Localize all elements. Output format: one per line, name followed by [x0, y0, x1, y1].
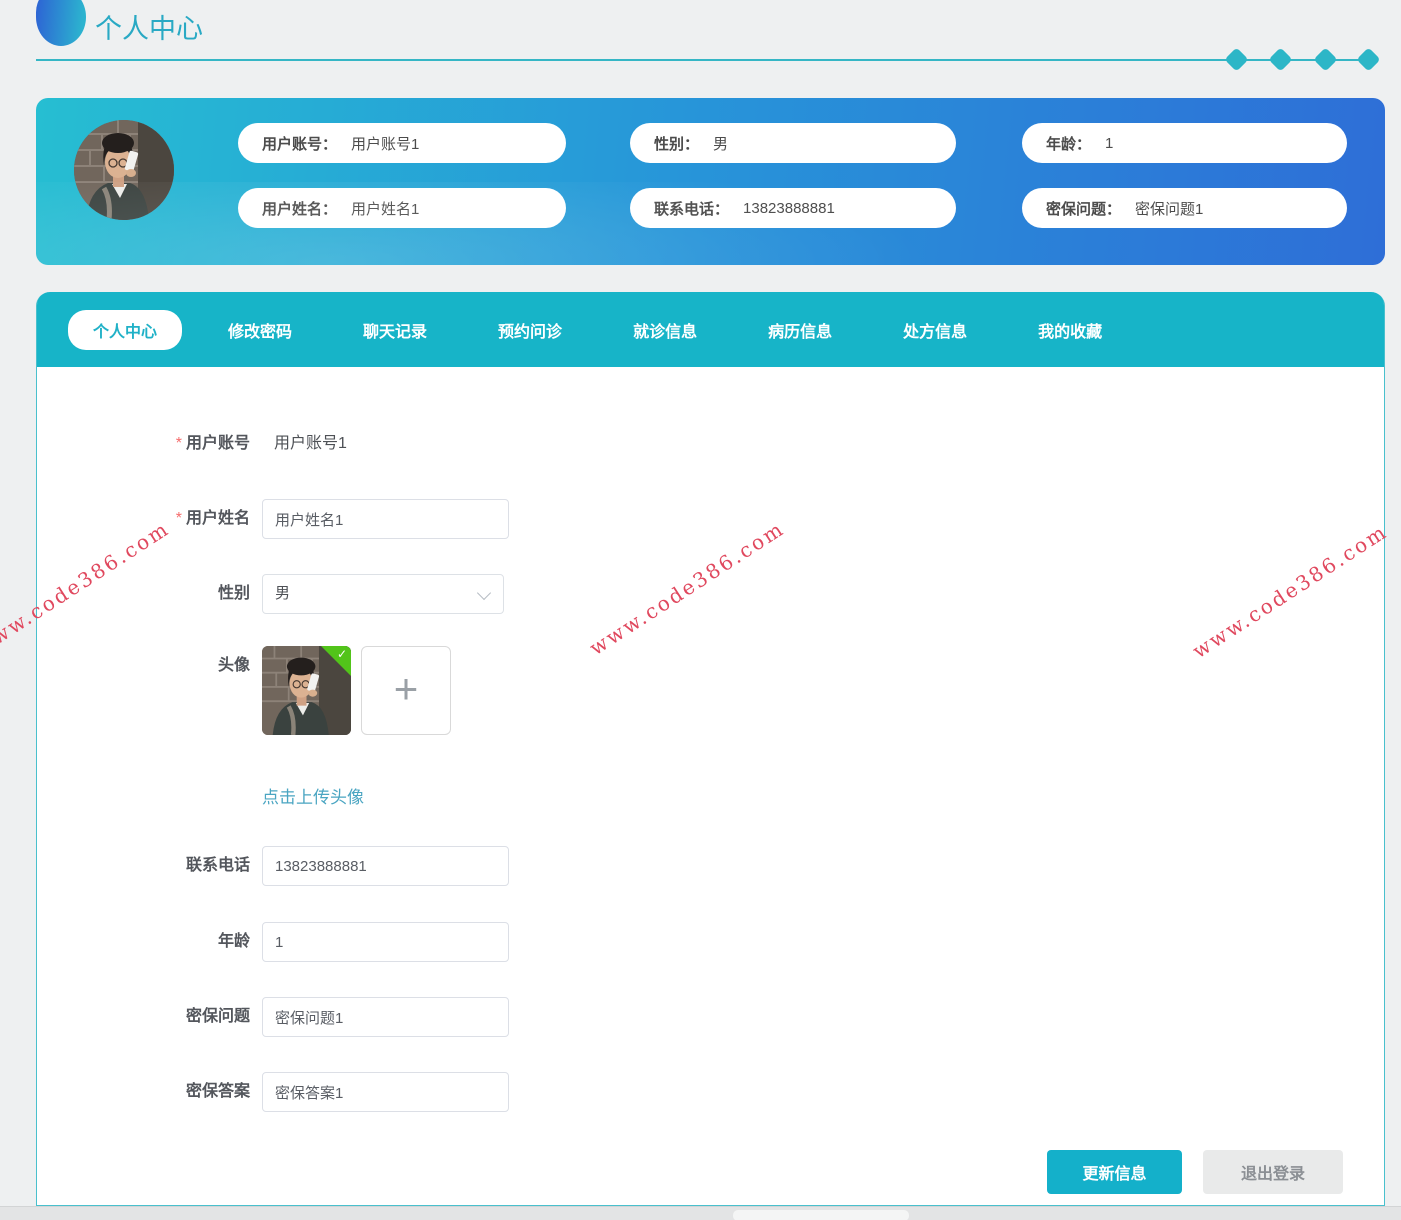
tab-my-favorites[interactable]: 我的收藏 — [1038, 318, 1102, 342]
main-panel: 个人中心 修改密码 聊天记录 预约问诊 就诊信息 病历信息 处方信息 我的收藏 … — [36, 292, 1385, 1206]
banner-field-label: 用户账号： — [262, 135, 338, 153]
age-label: 年龄 — [217, 933, 250, 950]
scrollbar-thumb[interactable] — [733, 1210, 909, 1220]
banner-field-account: 用户账号： 用户账号1 — [238, 123, 566, 163]
gender-label: 性别 — [217, 585, 250, 602]
required-mark: * — [175, 510, 182, 527]
diamond-icon — [1224, 47, 1249, 72]
tab-visit-info[interactable]: 就诊信息 — [633, 318, 697, 342]
name-label: * 用户姓名 — [37, 499, 250, 539]
banner-field-label: 联系电话： — [654, 200, 730, 218]
gender-select[interactable]: 男 — [262, 574, 504, 614]
banner-field-value: 男 — [713, 135, 729, 153]
logout-button[interactable]: 退出登录 — [1203, 1150, 1343, 1194]
name-field[interactable] — [262, 499, 509, 539]
plus-icon: + — [393, 664, 419, 712]
personal-center-page: 个人中心 用户账号： 用户账号1 性别： 男 年龄： 1 用户姓名： 用户姓名1… — [0, 0, 1401, 1220]
banner-field-value: 1 — [1105, 134, 1114, 152]
account-label: * 用户账号 — [37, 424, 250, 464]
avatar-label: 头像 — [217, 657, 250, 674]
gender-selected-value: 男 — [275, 585, 291, 602]
form-row-security-answer: 密保答案 — [37, 1072, 1384, 1112]
tab-change-password[interactable]: 修改密码 — [228, 318, 292, 342]
security-question-label: 密保问题 — [185, 1008, 250, 1025]
upload-avatar-button[interactable]: + — [361, 646, 451, 735]
tab-bar: 个人中心 修改密码 聊天记录 预约问诊 就诊信息 病历信息 处方信息 我的收藏 — [37, 292, 1384, 367]
required-mark: * — [175, 435, 182, 452]
banner-field-value: 密保问题1 — [1135, 200, 1204, 218]
form-row-name: * 用户姓名 — [37, 499, 1384, 539]
user-info-banner: 用户账号： 用户账号1 性别： 男 年龄： 1 用户姓名： 用户姓名1 联系电话… — [36, 98, 1385, 265]
banner-field-phone: 联系电话： 13823888881 — [630, 188, 956, 228]
age-field[interactable] — [262, 922, 509, 962]
banner-field-label: 年龄： — [1046, 135, 1092, 153]
account-value: 用户账号1 — [274, 435, 347, 452]
form-content: *用户账号 用户账号1 *用户姓名 性别 男 头像 — [37, 367, 1384, 1205]
form-row-gender: 性别 男 — [37, 574, 1384, 614]
check-icon: ✓ — [336, 647, 347, 661]
diamond-icon — [1268, 47, 1293, 72]
banner-field-gender: 性别： 男 — [630, 123, 956, 163]
form-row-account: * 用户账号 用户账号1 — [37, 424, 1384, 464]
banner-field-question: 密保问题： 密保问题1 — [1022, 188, 1347, 228]
tab-medical-records[interactable]: 病历信息 — [768, 318, 832, 342]
tab-appointment[interactable]: 预约问诊 — [498, 318, 562, 342]
upload-avatar-hint[interactable]: 点击上传头像 — [262, 783, 364, 808]
banner-field-label: 密保问题： — [1046, 200, 1122, 218]
banner-field-value: 用户姓名1 — [351, 200, 420, 218]
security-answer-field[interactable] — [262, 1072, 509, 1112]
banner-field-label: 用户姓名： — [262, 200, 338, 218]
phone-label: 联系电话 — [185, 857, 250, 874]
name-label-text: 用户姓名 — [185, 510, 250, 527]
title-divider — [36, 59, 1372, 61]
tab-personal-center[interactable]: 个人中心 — [68, 309, 183, 350]
diamond-icon — [1313, 47, 1338, 72]
page-title: 个人中心 — [95, 14, 203, 44]
avatar-thumbnail[interactable]: ✓ — [262, 646, 351, 735]
banner-field-value: 13823888881 — [743, 199, 835, 217]
banner-field-value: 用户账号1 — [351, 135, 420, 153]
diamond-icon — [1356, 47, 1381, 72]
form-row-age: 年龄 — [37, 922, 1384, 962]
app-logo — [36, 0, 86, 46]
security-answer-label: 密保答案 — [185, 1083, 250, 1100]
banner-field-age: 年龄： 1 — [1022, 123, 1347, 163]
account-label-text: 用户账号 — [185, 435, 250, 452]
security-question-field[interactable] — [262, 997, 509, 1037]
avatar — [74, 120, 174, 220]
avatar-image — [74, 120, 174, 220]
form-row-avatar: 头像 ✓ + — [37, 646, 1384, 735]
update-info-button[interactable]: 更新信息 — [1047, 1150, 1182, 1194]
chevron-down-icon — [476, 585, 492, 601]
banner-field-name: 用户姓名： 用户姓名1 — [238, 188, 566, 228]
banner-field-label: 性别： — [654, 135, 700, 153]
form-row-phone: 联系电话 — [37, 846, 1384, 886]
phone-field[interactable] — [262, 846, 509, 886]
tab-chat-records[interactable]: 聊天记录 — [363, 318, 427, 342]
form-row-security-question: 密保问题 — [37, 997, 1384, 1037]
bottom-scrollbar-track — [0, 1206, 1401, 1220]
tab-prescription-info[interactable]: 处方信息 — [903, 318, 967, 342]
